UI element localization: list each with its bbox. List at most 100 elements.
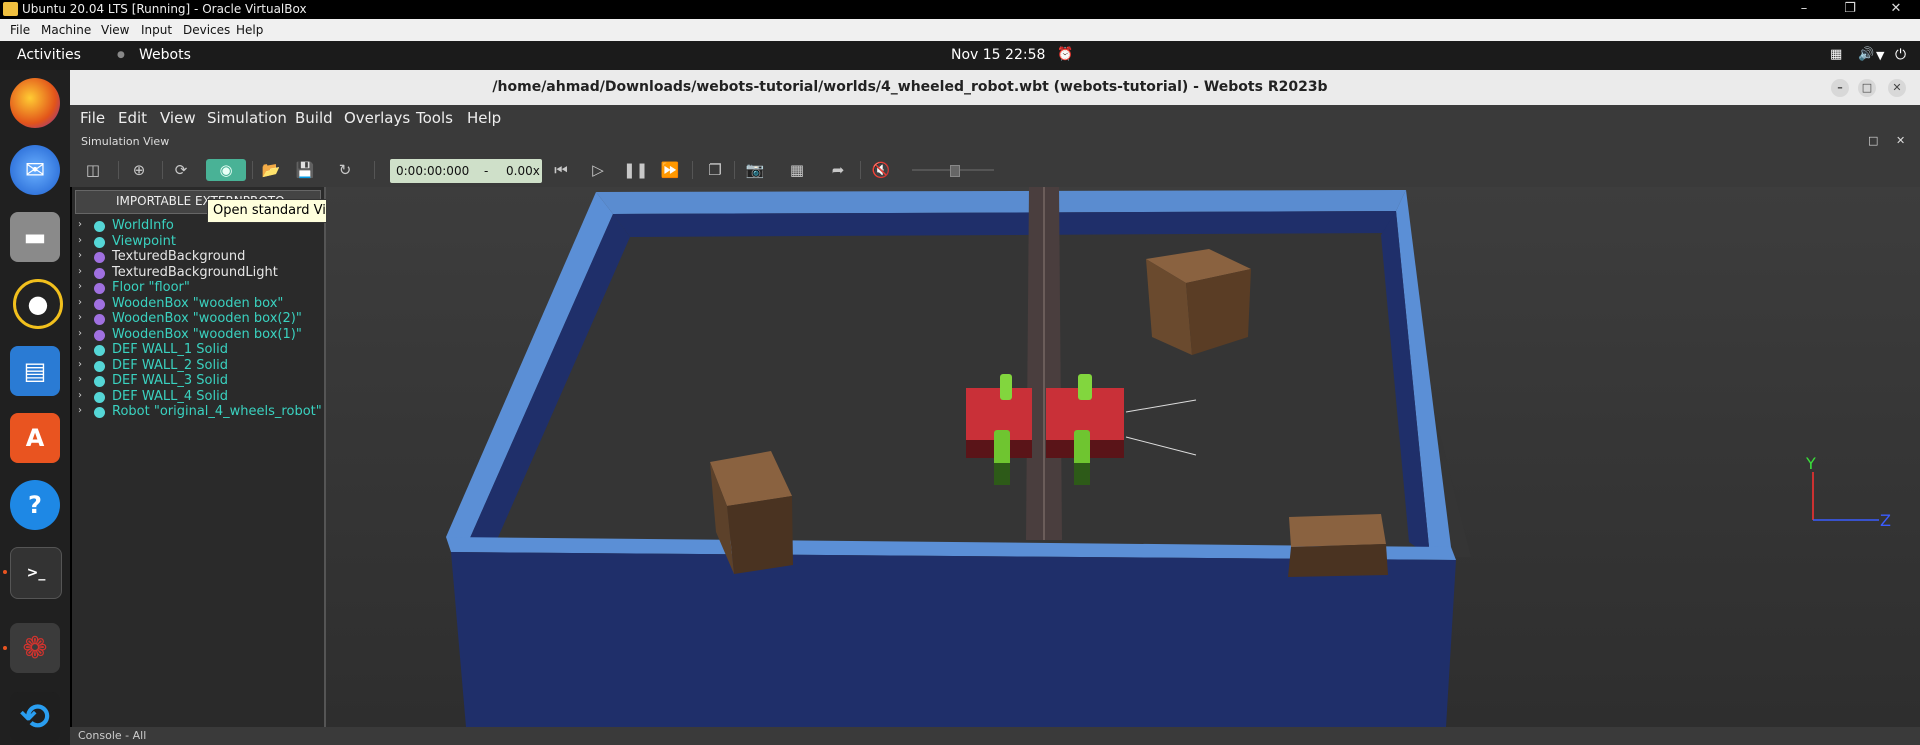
- webots-window-title: /home/ahmad/Downloads/webots-tutorial/wo…: [492, 79, 1328, 95]
- libreoffice-impress-icon[interactable]: ▤: [10, 346, 60, 396]
- close-panel-icon[interactable]: ✕: [1896, 134, 1905, 147]
- fast-forward-icon[interactable]: ⏩: [659, 159, 681, 181]
- wheel-rear-right: [1074, 430, 1090, 468]
- wooden-box-3-top: [1289, 514, 1386, 547]
- scene-tree-item-label: WoodenBox "wooden box": [112, 295, 284, 311]
- reload-world-icon[interactable]: ↻: [334, 159, 356, 181]
- network-icon[interactable]: ▦: [1830, 47, 1842, 62]
- expand-arrow-icon[interactable]: ›: [78, 374, 82, 385]
- share-icon[interactable]: ➦: [827, 159, 849, 181]
- axis-z-label: Z: [1880, 511, 1891, 530]
- volume-slider-handle[interactable]: [950, 165, 960, 177]
- vbox-menu-devices[interactable]: Devices: [183, 23, 230, 37]
- alarm-icon: ⏰: [1057, 47, 1074, 62]
- thunderbird-icon[interactable]: ✉: [10, 145, 60, 195]
- simulation-view-label: Simulation View: [81, 135, 170, 148]
- menu-help[interactable]: Help: [467, 109, 501, 127]
- simulation-speed: 0.00x: [506, 164, 540, 178]
- firefox-icon[interactable]: [10, 78, 60, 128]
- vbox-menu-machine[interactable]: Machine: [41, 23, 91, 37]
- expand-arrow-icon[interactable]: ›: [78, 359, 82, 370]
- vbox-menu-input[interactable]: Input: [141, 23, 172, 37]
- node-type-icon: [94, 314, 105, 325]
- wall-back: [596, 190, 1406, 214]
- close-button[interactable]: ✕: [1876, 0, 1916, 19]
- open-world-icon[interactable]: 📂: [260, 159, 282, 181]
- step-icon[interactable]: ▷: [587, 159, 609, 181]
- expand-arrow-icon[interactable]: ›: [78, 250, 82, 261]
- menu-edit[interactable]: Edit: [118, 109, 147, 127]
- reset-simulation-icon[interactable]: ⏮: [550, 159, 572, 181]
- restore-button[interactable]: ❐: [1830, 0, 1870, 19]
- chevron-down-icon[interactable]: ▼: [1876, 49, 1884, 62]
- add-node-icon[interactable]: ⊕: [128, 159, 150, 181]
- webots-close-button[interactable]: ✕: [1888, 79, 1906, 97]
- scene-tree-item-label: DEF WALL_1 Solid: [112, 342, 228, 357]
- power-icon[interactable]: ⏻: [1895, 47, 1906, 63]
- vbox-menu-help[interactable]: Help: [236, 23, 263, 37]
- wall-back-inner: [613, 211, 1396, 237]
- files-icon[interactable]: ▬: [10, 212, 60, 262]
- webots-icon[interactable]: ❁: [10, 623, 60, 673]
- wheel-rear-left-shadow: [994, 463, 1010, 485]
- record-movie-icon[interactable]: ▦: [786, 159, 808, 181]
- projection-cube-icon[interactable]: ❐: [704, 159, 726, 181]
- scene-tree-item-label: TexturedBackground: [112, 249, 246, 264]
- node-type-icon: [94, 298, 105, 310]
- software-center-icon[interactable]: A: [10, 413, 60, 463]
- menu-simulation[interactable]: Simulation: [207, 109, 287, 127]
- change-view-icon[interactable]: ⟳: [170, 159, 192, 181]
- expand-arrow-icon[interactable]: ›: [78, 266, 82, 277]
- help-icon[interactable]: ?: [10, 480, 60, 530]
- menu-view[interactable]: View: [160, 109, 196, 127]
- expand-arrow-icon[interactable]: ›: [78, 328, 82, 339]
- menu-file[interactable]: File: [80, 109, 105, 127]
- simulation-time-display: 0:00:00:000 - 0.00x: [390, 159, 542, 183]
- node-type-icon: [94, 252, 105, 263]
- webots-minimize-button[interactable]: –: [1831, 79, 1849, 97]
- expand-arrow-icon[interactable]: ›: [78, 405, 82, 416]
- menu-build[interactable]: Build: [295, 109, 333, 127]
- 3d-view[interactable]: Y Z: [326, 187, 1920, 727]
- rhythmbox-icon[interactable]: ●: [13, 279, 63, 329]
- expand-arrow-icon[interactable]: ›: [78, 235, 82, 246]
- volume-icon[interactable]: 🔊: [1858, 47, 1874, 62]
- webots-maximize-button[interactable]: □: [1858, 79, 1876, 97]
- app-menu-webots[interactable]: Webots: [139, 47, 191, 63]
- expand-arrow-icon[interactable]: ›: [78, 343, 82, 354]
- simulation-view-header: Simulation View □ ✕: [70, 133, 1920, 151]
- expand-arrow-icon[interactable]: ›: [78, 297, 82, 308]
- terminal-icon[interactable]: >_: [10, 547, 62, 599]
- node-type-icon: [94, 391, 105, 403]
- axis-y-label: Y: [1805, 454, 1816, 473]
- gnome-top-bar: Activities ● Webots Nov 15 22:58 ⏰ ▦ 🔊 ▼…: [0, 41, 1920, 70]
- clock[interactable]: Nov 15 22:58: [951, 47, 1045, 63]
- pause-icon[interactable]: ❚❚: [623, 159, 648, 181]
- save-world-icon[interactable]: 💾: [294, 159, 316, 181]
- toolbar-separator: [118, 161, 119, 179]
- expand-arrow-icon[interactable]: ›: [78, 390, 82, 401]
- running-indicator: [3, 646, 7, 650]
- screenshot-icon[interactable]: 📷: [744, 159, 766, 181]
- wall-front: [451, 552, 1456, 727]
- expand-arrow-icon[interactable]: ›: [78, 219, 82, 230]
- toggle-scene-tree-icon[interactable]: ◫: [82, 159, 104, 181]
- 3d-scene[interactable]: Y Z: [326, 187, 1920, 727]
- vscode-icon[interactable]: ⟲: [10, 692, 60, 742]
- minimize-button[interactable]: –: [1784, 0, 1824, 19]
- viewpoint-menu-button[interactable]: ◉: [206, 159, 246, 181]
- vbox-menu-file[interactable]: File: [10, 23, 30, 37]
- webots-titlebar: /home/ahmad/Downloads/webots-tutorial/wo…: [70, 70, 1920, 105]
- node-type-icon: [94, 360, 105, 372]
- menu-tools[interactable]: Tools: [416, 109, 453, 127]
- menu-overlays[interactable]: Overlays: [344, 109, 410, 127]
- expand-arrow-icon[interactable]: ›: [78, 281, 82, 292]
- activities-button[interactable]: Activities: [17, 47, 81, 63]
- vbox-menu-view[interactable]: View: [101, 23, 129, 37]
- expand-arrow-icon[interactable]: ›: [78, 312, 82, 323]
- scene-tree-item-label: Viewpoint: [112, 233, 177, 249]
- scene-tree-item-label: Floor "floor": [112, 280, 190, 295]
- mute-icon[interactable]: 🔇: [870, 159, 892, 181]
- maximize-panel-icon[interactable]: □: [1868, 134, 1878, 147]
- vbox-window-title: Ubuntu 20.04 LTS [Running] - Oracle Virt…: [22, 2, 307, 16]
